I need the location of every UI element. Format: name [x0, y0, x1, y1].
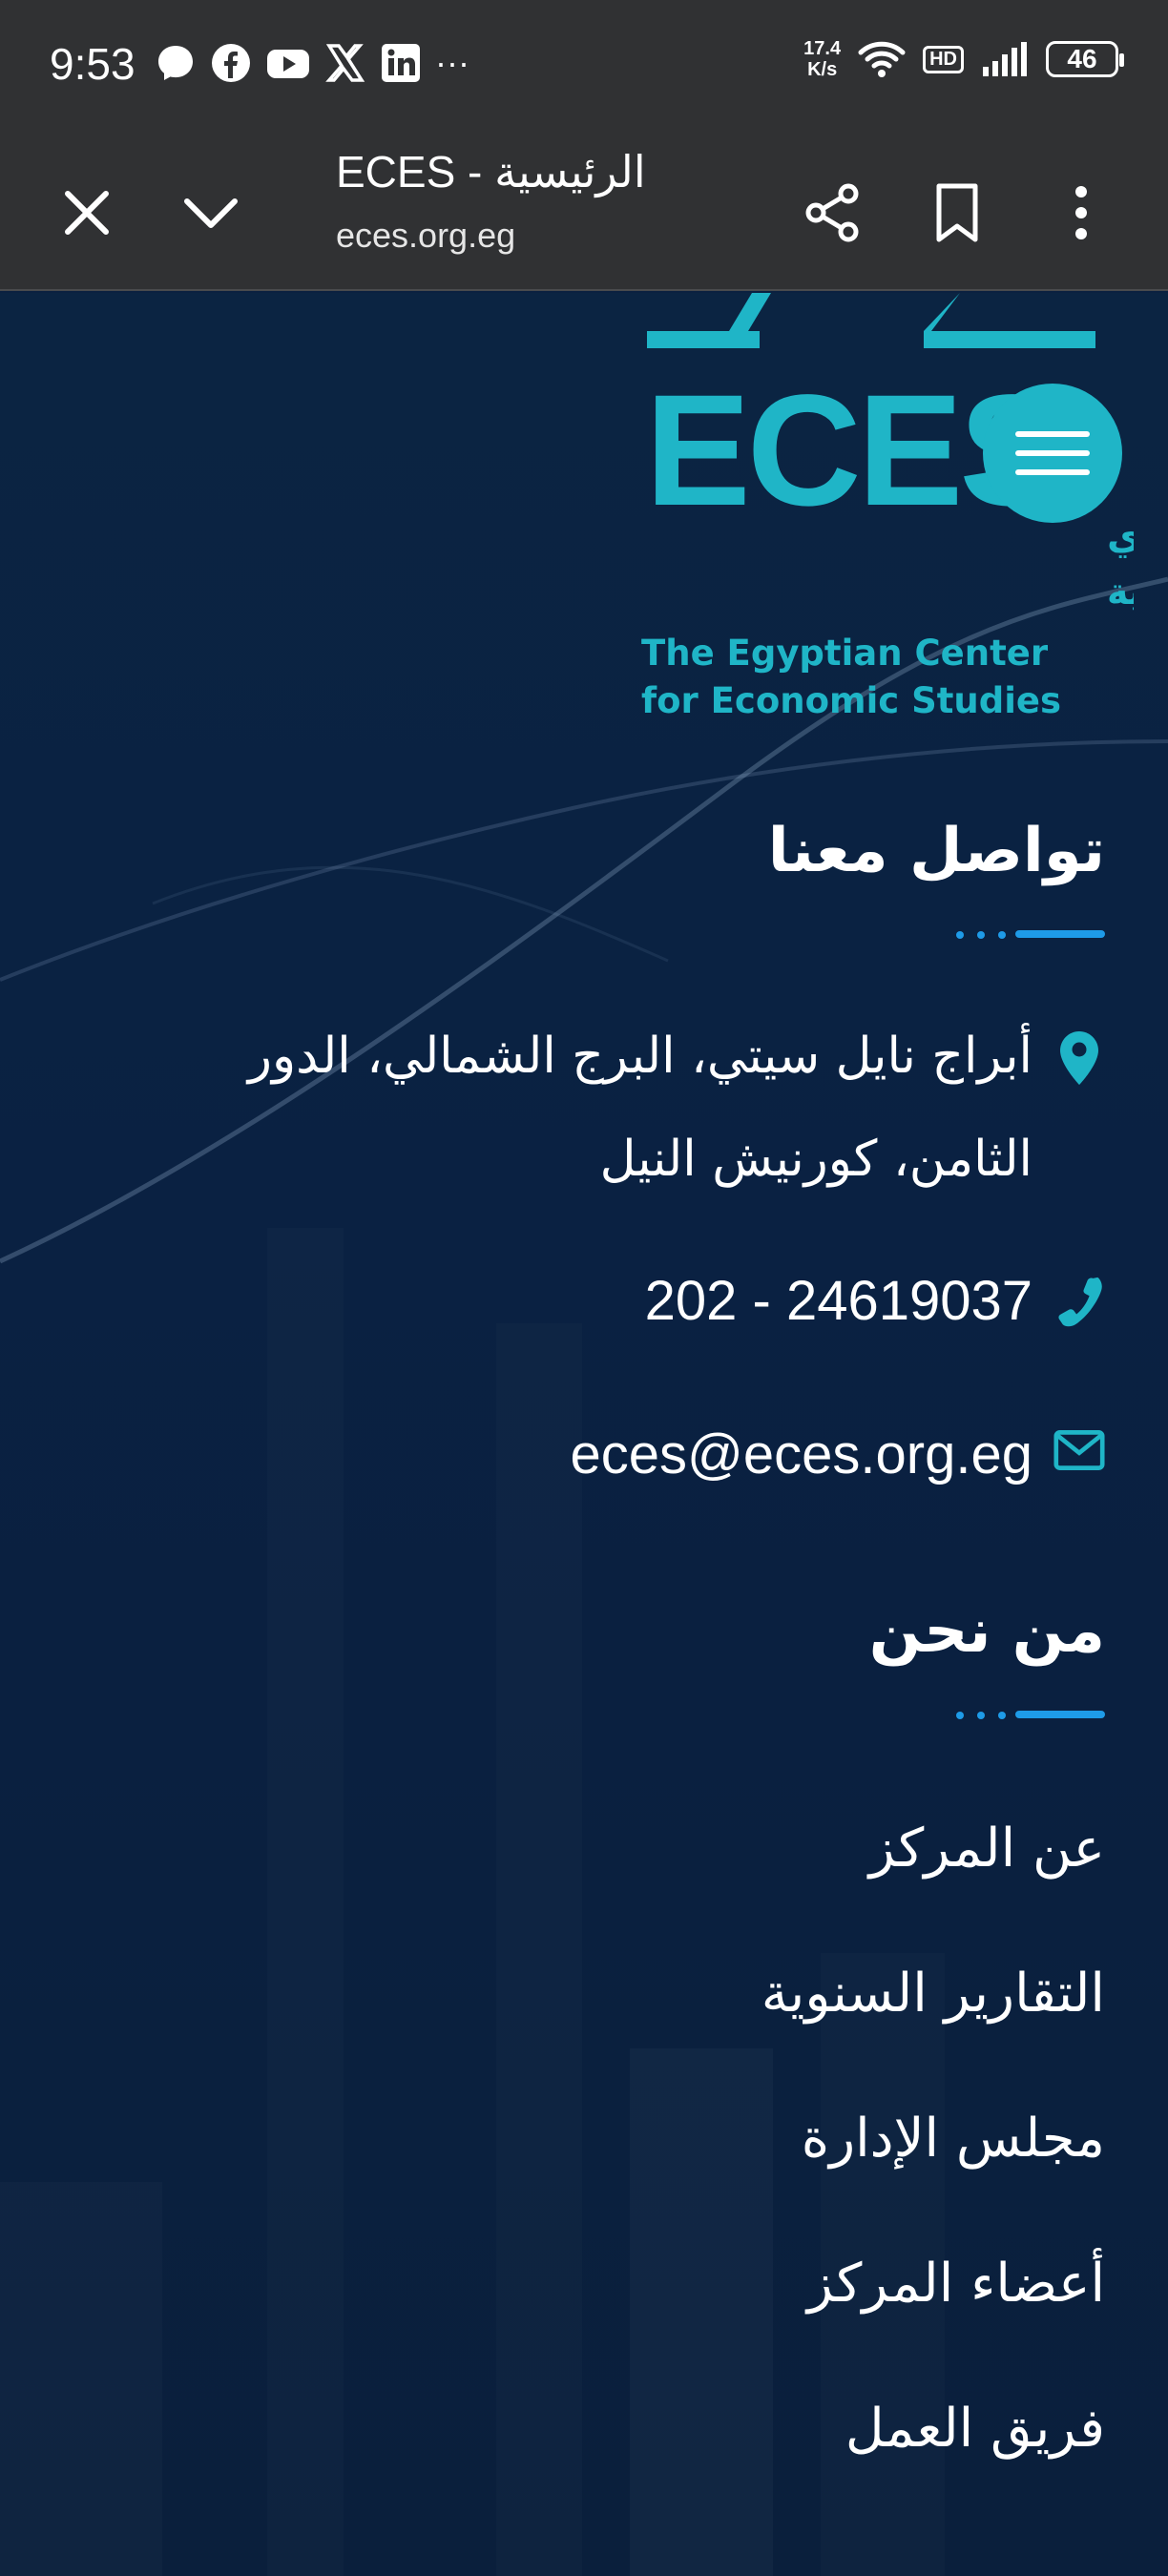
address-line-1: أبراج نايل سيتي، البرج الشمالي، الدور: [247, 1028, 1032, 1085]
contact-email[interactable]: eces@eces.org.eg: [571, 1403, 1105, 1506]
close-icon: [65, 191, 109, 235]
close-tab-button[interactable]: [44, 170, 130, 256]
facebook-icon: [212, 44, 250, 82]
notification-icons: ···: [155, 42, 469, 84]
hd-badge: HD: [923, 45, 964, 73]
logo-english-line1: The Egyptian Center: [641, 633, 1049, 674]
about-heading-underline: [933, 1711, 1105, 1720]
phone-number: 202 - 24619037: [644, 1270, 1032, 1332]
youtube-icon: [267, 50, 309, 78]
logo-arabic-line1: المركز المصري: [1107, 514, 1134, 558]
contact-heading-underline: [933, 930, 1105, 940]
menu-bar-icon: [1015, 431, 1090, 437]
more-vertical-icon: [1075, 186, 1087, 239]
messenger-icon: [158, 46, 193, 80]
about-heading: من نحن: [868, 1596, 1105, 1667]
envelope-icon: [1053, 1430, 1105, 1470]
contact-address: أبراج نايل سيتي، البرج الشمالي، الدور ال…: [55, 1005, 1105, 1211]
page-content: ECES المركز المصري للدراسات الاقتصادية T…: [0, 293, 1168, 2576]
menu-bar-icon: [1015, 469, 1090, 475]
map-pin-icon: [1060, 1031, 1098, 1085]
hamburger-menu-button[interactable]: [983, 384, 1122, 523]
share-button[interactable]: [790, 170, 876, 256]
network-speed: 17.4 K/s: [803, 38, 842, 80]
menu-bar-icon: [1015, 450, 1090, 456]
page-title: ECES - الرئيسية: [336, 147, 646, 197]
chevron-down-icon: [184, 198, 238, 228]
contact-heading: تواصل معنا: [767, 816, 1105, 886]
signal-icon: [983, 42, 1027, 76]
nav-link-board[interactable]: مجلس الإدارة: [802, 2108, 1105, 2170]
contact-phone[interactable]: 202 - 24619037: [645, 1250, 1105, 1353]
phone-icon: [1058, 1277, 1102, 1327]
share-icon: [805, 183, 859, 242]
minimize-button[interactable]: [168, 170, 254, 256]
x-icon: [325, 44, 365, 82]
more-dots-icon: ···: [435, 43, 469, 82]
browser-toolbar: ECES - الرئيسية eces.org.eg: [0, 134, 1168, 291]
logo-english-line2: for Economic Studies: [641, 680, 1061, 721]
page-url[interactable]: eces.org.eg: [336, 216, 515, 256]
bookmark-button[interactable]: [914, 170, 1000, 256]
nav-link-members[interactable]: أعضاء المركز: [807, 2253, 1105, 2315]
nav-link-about-center[interactable]: عن المركز: [869, 1818, 1105, 1880]
nav-link-annual-reports[interactable]: التقارير السنوية: [761, 1963, 1105, 2025]
battery-icon: 46: [1046, 41, 1124, 77]
status-time: 9:53: [50, 39, 136, 89]
logo-arabic-line2: للدراسات الاقتصادية: [1107, 571, 1134, 613]
bookmark-icon: [936, 183, 978, 242]
wifi-icon: [858, 41, 906, 77]
system-icons: 17.4 K/s HD 46: [803, 38, 1124, 80]
status-bar: 9:53 ··· 17.4 K/s HD 46: [0, 0, 1168, 134]
nav-link-team[interactable]: فريق العمل: [845, 2398, 1105, 2460]
linkedin-icon: [382, 44, 420, 82]
address-line-2: الثامن، كورنيش النيل: [599, 1131, 1032, 1188]
email-address: eces@eces.org.eg: [570, 1423, 1032, 1485]
more-options-button[interactable]: [1038, 170, 1124, 256]
